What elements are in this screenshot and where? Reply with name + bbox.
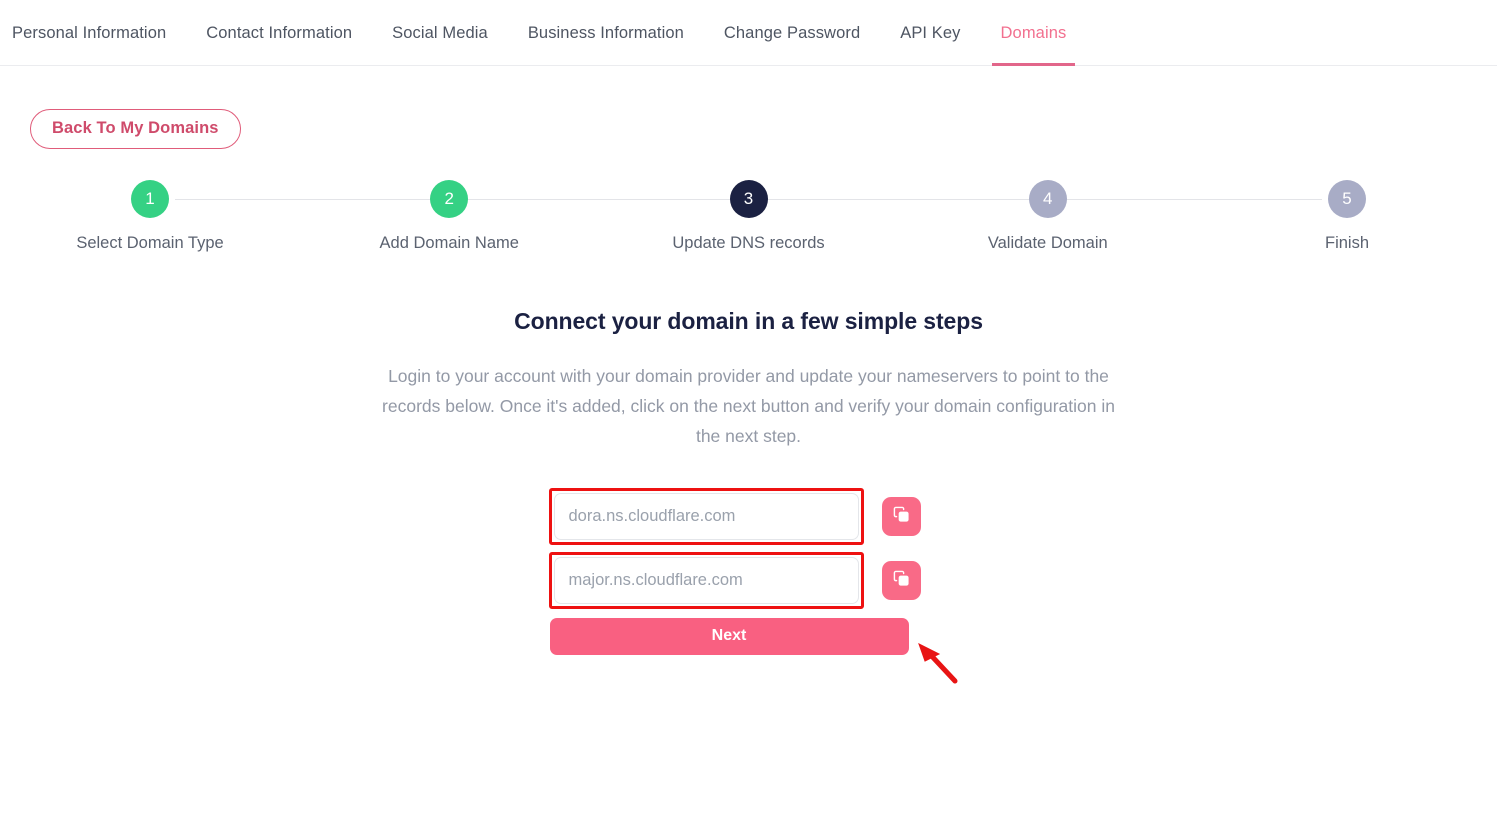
tab-business-information[interactable]: Business Information xyxy=(528,0,684,66)
dns-instructions-panel: Connect your domain in a few simple step… xyxy=(0,307,1497,683)
tab-domains[interactable]: Domains xyxy=(991,0,1076,66)
nameserver-input-1[interactable] xyxy=(553,492,859,540)
nameserver-row-2 xyxy=(548,551,949,609)
copy-nameserver-2-button[interactable] xyxy=(881,560,921,600)
tab-api-key[interactable]: API Key xyxy=(900,0,960,66)
step-5-label: Finish xyxy=(1325,233,1370,252)
annotation-box-nameserver-1 xyxy=(548,487,864,545)
tab-change-password[interactable]: Change Password xyxy=(724,0,860,66)
copy-icon xyxy=(893,506,910,526)
step-3-label: Update DNS records xyxy=(672,233,825,252)
next-button[interactable]: Next xyxy=(549,617,909,655)
back-button-container: Back To My Domains xyxy=(0,66,1497,149)
step-2-number: 2 xyxy=(430,179,469,218)
settings-tab-bar: Personal Information Contact Information… xyxy=(0,0,1497,66)
nameserver-input-2[interactable] xyxy=(553,556,859,604)
step-1-label: Select Domain Type xyxy=(76,233,224,252)
step-2-label: Add Domain Name xyxy=(379,233,519,252)
stepper-steps: 1 Select Domain Type 2 Add Domain Name 3… xyxy=(0,179,1497,253)
domain-setup-stepper: 1 Select Domain Type 2 Add Domain Name 3… xyxy=(0,179,1497,272)
tab-contact-information[interactable]: Contact Information xyxy=(206,0,352,66)
step-3-number: 3 xyxy=(729,179,768,218)
step-4-label: Validate Domain xyxy=(987,233,1108,252)
instructions-text: Login to your account with your domain p… xyxy=(382,365,1115,446)
tab-social-media[interactable]: Social Media xyxy=(392,0,488,66)
page-title: Connect your domain in a few simple step… xyxy=(514,307,983,334)
nameserver-row-1 xyxy=(548,487,949,545)
back-to-my-domains-button[interactable]: Back To My Domains xyxy=(30,109,241,149)
copy-nameserver-1-button[interactable] xyxy=(881,496,921,536)
copy-icon xyxy=(893,570,910,590)
step-1-number: 1 xyxy=(131,179,169,218)
step-5-number: 5 xyxy=(1328,179,1366,218)
step-4-number: 4 xyxy=(1028,179,1067,218)
annotation-arrow-icon xyxy=(917,642,957,683)
nameserver-form: Next xyxy=(548,487,957,683)
annotation-box-nameserver-2 xyxy=(548,551,864,609)
tab-personal-information[interactable]: Personal Information xyxy=(12,0,166,66)
